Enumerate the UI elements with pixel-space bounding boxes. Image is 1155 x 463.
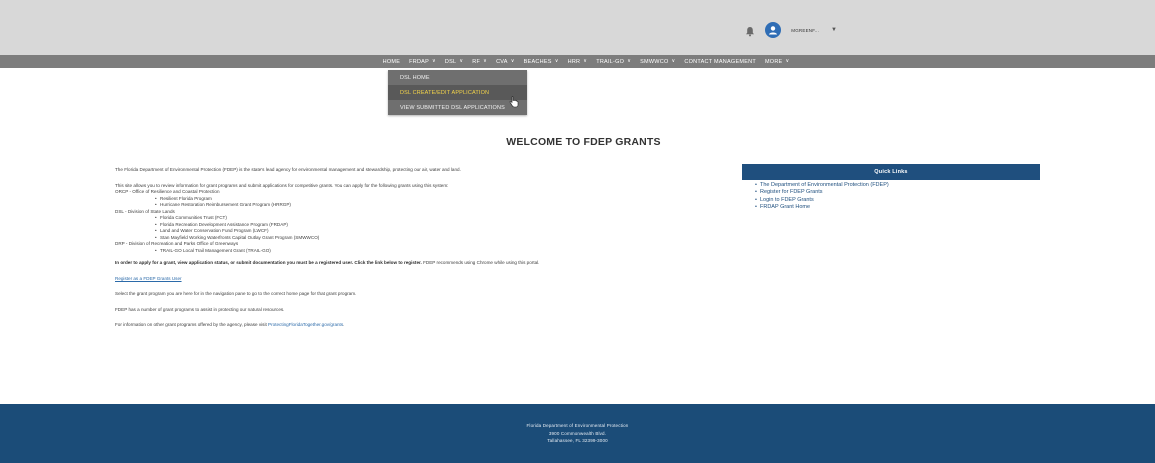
other-text: For information on other grant programs … [115,322,269,327]
nav-item-beaches[interactable]: BEACHES ∨ [524,59,559,65]
avatar[interactable] [765,22,782,38]
chevron-down-icon: ∨ [554,58,559,64]
menu-item-dsl-create-edit-application[interactable]: DSL CREATE/EDIT APPLICATION [388,85,527,100]
main-content: The Florida Department of Environmental … [115,167,725,332]
nav-item-hrr[interactable]: HRR ∨ [568,59,588,65]
quick-links-panel: Quick Links The Department of Environmen… [742,164,1040,211]
hand-cursor-icon [509,96,519,108]
chevron-down-icon: ∨ [483,58,488,64]
chevron-down-icon[interactable]: ▼ [831,27,837,33]
username-label[interactable]: MGREENF... [791,28,819,33]
quick-links-title: Quick Links [742,164,1040,180]
nav-item-label: HOME [382,58,401,65]
nav-item-label: CVA [496,58,508,65]
nav-item-label: FRDAP [409,58,429,65]
quick-link-fdep[interactable]: The Department of Environmental Protecti… [755,182,1040,190]
main-navigation: HOME FRDAP ∨ DSL ∨ RF ∨ CVA ∨ BEACHES ∨ HRR ∨ TRAIL-G… [0,55,1155,68]
menu-item-view-submitted-dsl-applications[interactable]: VIEW SUBMITTED DSL APPLICATIONS [388,100,527,115]
register-note-bold: In order to apply for a grant, view appl… [115,260,422,265]
grant-list: ORCP - Office of Resilience and Coastal … [115,189,725,254]
register-link[interactable]: Register as a FDEP Grants User [115,276,182,281]
chevron-down-icon: ∨ [510,58,515,64]
quick-link-frdap[interactable]: FRDAP Grant Home [755,204,1040,212]
footer-city: Tallahassee, FL 32399-3000 [547,438,608,444]
footer-org-name: Florida Department of Environmental Prot… [526,422,629,428]
nav-item-frdap[interactable]: FRDAP ∨ [409,59,436,65]
chevron-down-icon: ∨ [785,58,790,64]
nav-item-label: HRR [567,58,581,65]
user-icon [769,26,778,35]
nav-item-cva[interactable]: CVA ∨ [496,59,515,65]
footer: Florida Department of Environmental Prot… [0,404,1155,463]
chevron-down-icon: ∨ [671,58,676,64]
nav-item-dsl[interactable]: DSL ∨ [445,59,463,65]
page-title: WELCOME TO FDEP GRANTS [506,136,661,148]
nav-item-label: MORE [764,58,783,65]
footer-address: 3900 Commonwealth Blvd. [548,430,607,436]
chevron-down-icon: ∨ [583,58,588,64]
nav-item-label: RF [472,58,481,65]
list-item: Stan Mayfield Working Waterfronts Capita… [115,235,725,242]
nav-item-rf[interactable]: RF ∨ [472,59,487,65]
nav-item-more[interactable]: MORE ∨ [765,59,789,65]
list-item: Hurricane Restoration Reimbursement Gran… [115,202,725,209]
other-grants-text: For information on other grant programs … [115,322,725,329]
other-grants-link[interactable]: ProtectingFloridaTogether.gov/grants [268,322,343,327]
list-item: TRAIL-GO Local Trail Management Grant (T… [115,248,725,255]
nav-item-trail-go[interactable]: TRAIL-GO ∨ [596,59,631,65]
quick-link-login[interactable]: Login to FDEP Grants [755,197,1040,205]
register-note: In order to apply for a grant, view appl… [115,260,725,267]
other-text-end: . [343,322,345,327]
nav-item-label: BEACHES [523,58,552,65]
top-header: MGREENF... ▼ [0,0,1155,55]
nav-item-label: SMWWCO [640,58,669,65]
menu-item-dsl-home[interactable]: DSL HOME [388,70,527,85]
intro-text: The Florida Department of Environmental … [115,167,461,172]
bell-icon[interactable] [745,24,757,37]
nav-item-label: TRAIL-GO [596,58,625,65]
quick-link-register[interactable]: Register for FDEP Grants [755,189,1040,197]
quick-links-list: The Department of Environmental Protecti… [742,180,1040,211]
nav-item-home[interactable]: HOME [383,59,401,65]
nav-item-label: DSL [444,58,457,65]
chevron-down-icon: ∨ [627,58,632,64]
select-text: Select the grant program you are here fo… [115,291,357,296]
chevron-down-icon: ∨ [432,58,436,64]
nav-list: HOME FRDAP ∨ DSL ∨ RF ∨ CVA ∨ BEACHES ∨ HRR ∨ TRAIL-G… [366,59,790,65]
register-note-rest: FDEP recommends using Chrome while using… [421,260,540,265]
chevron-down-icon: ∨ [459,58,464,64]
user-area: MGREENF... ▼ [745,22,837,38]
nav-item-contact-management[interactable]: CONTACT MANAGEMENT [684,59,756,65]
nav-item-label: CONTACT MANAGEMENT [684,58,756,65]
dsl-dropdown-menu: DSL HOME DSL CREATE/EDIT APPLICATION VIE… [388,70,527,115]
assist-text: FDEP has a number of grant programs to a… [115,306,285,312]
nav-item-smwwco[interactable]: SMWWCO ∨ [640,59,675,65]
